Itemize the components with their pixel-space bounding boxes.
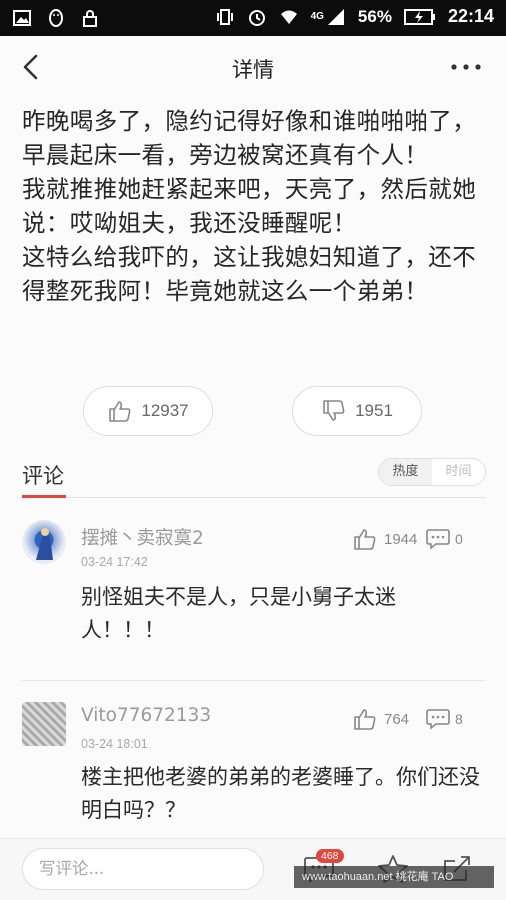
sort-by-time[interactable]: 时间	[432, 459, 485, 485]
sort-toggle: 热度 时间	[378, 458, 486, 486]
thumbs-up-icon	[109, 401, 131, 422]
penguin-icon	[49, 9, 63, 27]
battery-percent: 56%	[357, 6, 392, 26]
sort-by-hot[interactable]: 热度	[379, 459, 432, 485]
comment-username[interactable]: 摆摊丶卖寂寞2	[81, 524, 204, 550]
avatar-figure-icon	[36, 528, 53, 560]
upvote-button[interactable]: 12937	[83, 386, 213, 436]
comment-reply-button[interactable]: 0	[425, 527, 463, 551]
comment-like-count: 1944	[384, 530, 418, 548]
comment-like-button[interactable]: 764	[352, 706, 409, 732]
downvote-count: 1951	[355, 401, 393, 420]
vibrate-icon	[216, 8, 233, 25]
thumbs-up-icon	[354, 529, 376, 550]
watermark: www.taohuaan.net 桃花庵 TAO	[294, 866, 494, 888]
comment-date: 03-24 17:42	[81, 555, 148, 569]
upvote-count: 12937	[141, 401, 189, 420]
comment-like-count: 764	[384, 710, 410, 728]
battery-charging-icon	[403, 8, 435, 25]
speech-bubble-icon	[426, 529, 450, 550]
comment-reply-count: 8	[455, 711, 463, 727]
post-body: 昨晚喝多了，隐约记得好像和谁啪啪啪了，早晨起床一看，旁边被窝还真有个人！ 我就推…	[22, 104, 488, 308]
comment-reply-count: 0	[455, 531, 463, 547]
status-left-icons	[12, 8, 100, 28]
page-title: 详情	[232, 58, 274, 82]
post-paragraph: 我就推推她赶紧起来吧，天亮了，然后就她说：哎呦姐夫，我还没睡醒呢！	[22, 175, 477, 237]
more-options-icon[interactable]	[448, 52, 484, 82]
comment-date: 03-24 18:01	[81, 737, 148, 751]
clock: 22:14	[447, 6, 494, 26]
comment-reply-button[interactable]: 8	[425, 707, 463, 731]
comment-divider	[22, 680, 486, 681]
post-paragraph: 昨晚喝多了，隐约记得好像和谁啪啪啪了，早晨起床一看，旁边被窝还真有个人！	[22, 107, 477, 169]
speech-bubble-icon	[426, 709, 450, 730]
thumbs-up-icon	[354, 709, 376, 730]
gallery-icon	[13, 10, 31, 26]
post-paragraph: 这特么给我吓的，这让我媳妇知道了，还不得整死我阿！毕竟她就这么一个弟弟！	[22, 243, 477, 305]
comment-text: 别怪姐夫不是人，只是小舅子太迷人！！！	[81, 585, 396, 642]
comment-input[interactable]: 写评论...	[22, 848, 264, 890]
comment-text: 楼主把他老婆的弟弟的老婆睡了。你们还没明白吗？？	[81, 765, 480, 822]
avatar[interactable]	[22, 702, 66, 746]
comments-tab[interactable]: 评论	[22, 460, 64, 490]
comment-count-badge: 468	[316, 849, 344, 863]
wifi-icon	[280, 10, 297, 24]
comments-divider	[22, 497, 486, 498]
alarm-icon	[248, 9, 265, 26]
status-right-icons: 4G 56% 22:14	[215, 6, 494, 27]
status-bar: 4G 56% 22:14	[0, 0, 506, 36]
top-header: 详情	[0, 36, 506, 98]
network-type: 4G	[310, 11, 324, 22]
comment-like-button[interactable]: 1944	[352, 526, 417, 552]
comments-tab-indicator	[22, 495, 66, 498]
lock-icon	[83, 10, 97, 27]
signal-icon	[327, 8, 344, 25]
avatar[interactable]	[22, 520, 66, 564]
thumbs-down-icon	[323, 400, 345, 421]
downvote-button[interactable]: 1951	[292, 386, 422, 436]
comment-username[interactable]: Vito77672133	[81, 705, 211, 726]
